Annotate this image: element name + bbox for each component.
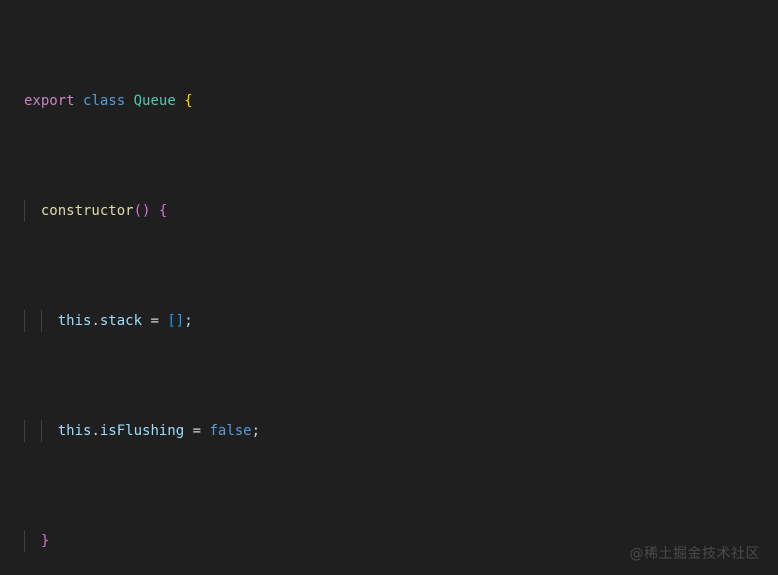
code-line[interactable]: this.isFlushing = false; <box>0 420 778 442</box>
indent-guide <box>41 310 42 332</box>
code-content[interactable]: export class Queue { constructor() { thi… <box>0 2 778 575</box>
token-bracket: { <box>184 93 193 109</box>
watermark: @稀土掘金技术社区 <box>629 546 760 562</box>
token-property: stack <box>99 313 143 329</box>
token-property: isFlushing <box>99 423 185 439</box>
indent-guide <box>41 420 42 442</box>
token-class-name: Queue <box>133 93 176 109</box>
token-function-name: constructor <box>24 203 134 219</box>
indent-guide <box>24 310 25 332</box>
indent-guide <box>24 530 25 552</box>
token-boolean: false <box>209 423 252 439</box>
token-bracket: { <box>158 203 168 219</box>
token-bracket: } <box>40 533 50 549</box>
token-variable: this <box>24 423 92 439</box>
token-bracket: [] <box>167 313 185 329</box>
code-editor[interactable]: export class Queue { constructor() { thi… <box>0 0 778 575</box>
code-line[interactable]: export class Queue { <box>0 90 778 112</box>
indent-guide <box>24 200 25 222</box>
indent-guide <box>24 420 25 442</box>
token-variable: this <box>24 313 92 329</box>
token-keyword: class <box>83 93 126 109</box>
token-keyword: export <box>24 93 75 109</box>
token-bracket: () <box>133 203 151 219</box>
code-line[interactable]: this.stack = []; <box>0 310 778 332</box>
code-line[interactable]: constructor() { <box>0 200 778 222</box>
